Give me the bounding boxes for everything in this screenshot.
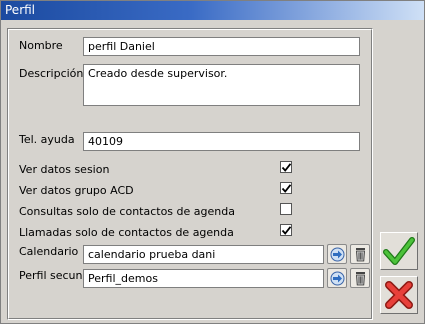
llamadas-agenda-label: Llamadas solo de contactos de agenda: [19, 226, 234, 239]
calendario-delete-button[interactable]: [350, 244, 370, 264]
perfil-window: Perfil Nombre perfil Daniel Descripción …: [0, 0, 425, 324]
calendario-select-button[interactable]: [327, 244, 347, 264]
x-icon: [385, 281, 413, 309]
trash-icon: [356, 272, 365, 286]
checkmark-icon: [383, 237, 415, 265]
perfil-secun-select-button[interactable]: [327, 268, 347, 288]
arrow-right-icon: [330, 271, 345, 286]
perfil-secun-input[interactable]: Perfil_demos: [83, 269, 324, 288]
consultas-agenda-checkbox[interactable]: [280, 203, 292, 215]
trash-icon: [356, 248, 365, 262]
consultas-agenda-label: Consultas solo de contactos de agenda: [19, 205, 235, 218]
descripcion-textarea[interactable]: Creado desde supervisor.: [83, 64, 360, 106]
descripcion-label: Descripción: [19, 67, 84, 80]
accept-button[interactable]: [380, 232, 418, 270]
calendario-input[interactable]: calendario prueba dani: [83, 245, 324, 264]
checkmark-icon: [281, 226, 292, 235]
window-title: Perfil: [5, 3, 36, 17]
ver-datos-grupo-acd-checkbox[interactable]: [280, 182, 292, 194]
nombre-input[interactable]: perfil Daniel: [83, 37, 360, 56]
title-bar[interactable]: Perfil: [1, 1, 424, 20]
calendario-label: Calendario: [19, 245, 79, 258]
llamadas-agenda-checkbox[interactable]: [280, 224, 292, 236]
perfil-secun-label: Perfil secun: [19, 269, 83, 282]
tel-ayuda-input[interactable]: 40109: [83, 132, 360, 151]
checkmark-icon: [281, 163, 292, 172]
checkmark-icon: [281, 184, 292, 193]
tel-ayuda-label: Tel. ayuda: [19, 133, 75, 146]
nombre-label: Nombre: [19, 39, 63, 52]
cancel-button[interactable]: [380, 276, 418, 314]
ver-datos-grupo-acd-label: Ver datos grupo ACD: [19, 184, 134, 197]
perfil-secun-delete-button[interactable]: [350, 268, 370, 288]
ver-datos-sesion-checkbox[interactable]: [280, 161, 292, 173]
arrow-right-icon: [330, 247, 345, 262]
ver-datos-sesion-label: Ver datos sesion: [19, 163, 110, 176]
